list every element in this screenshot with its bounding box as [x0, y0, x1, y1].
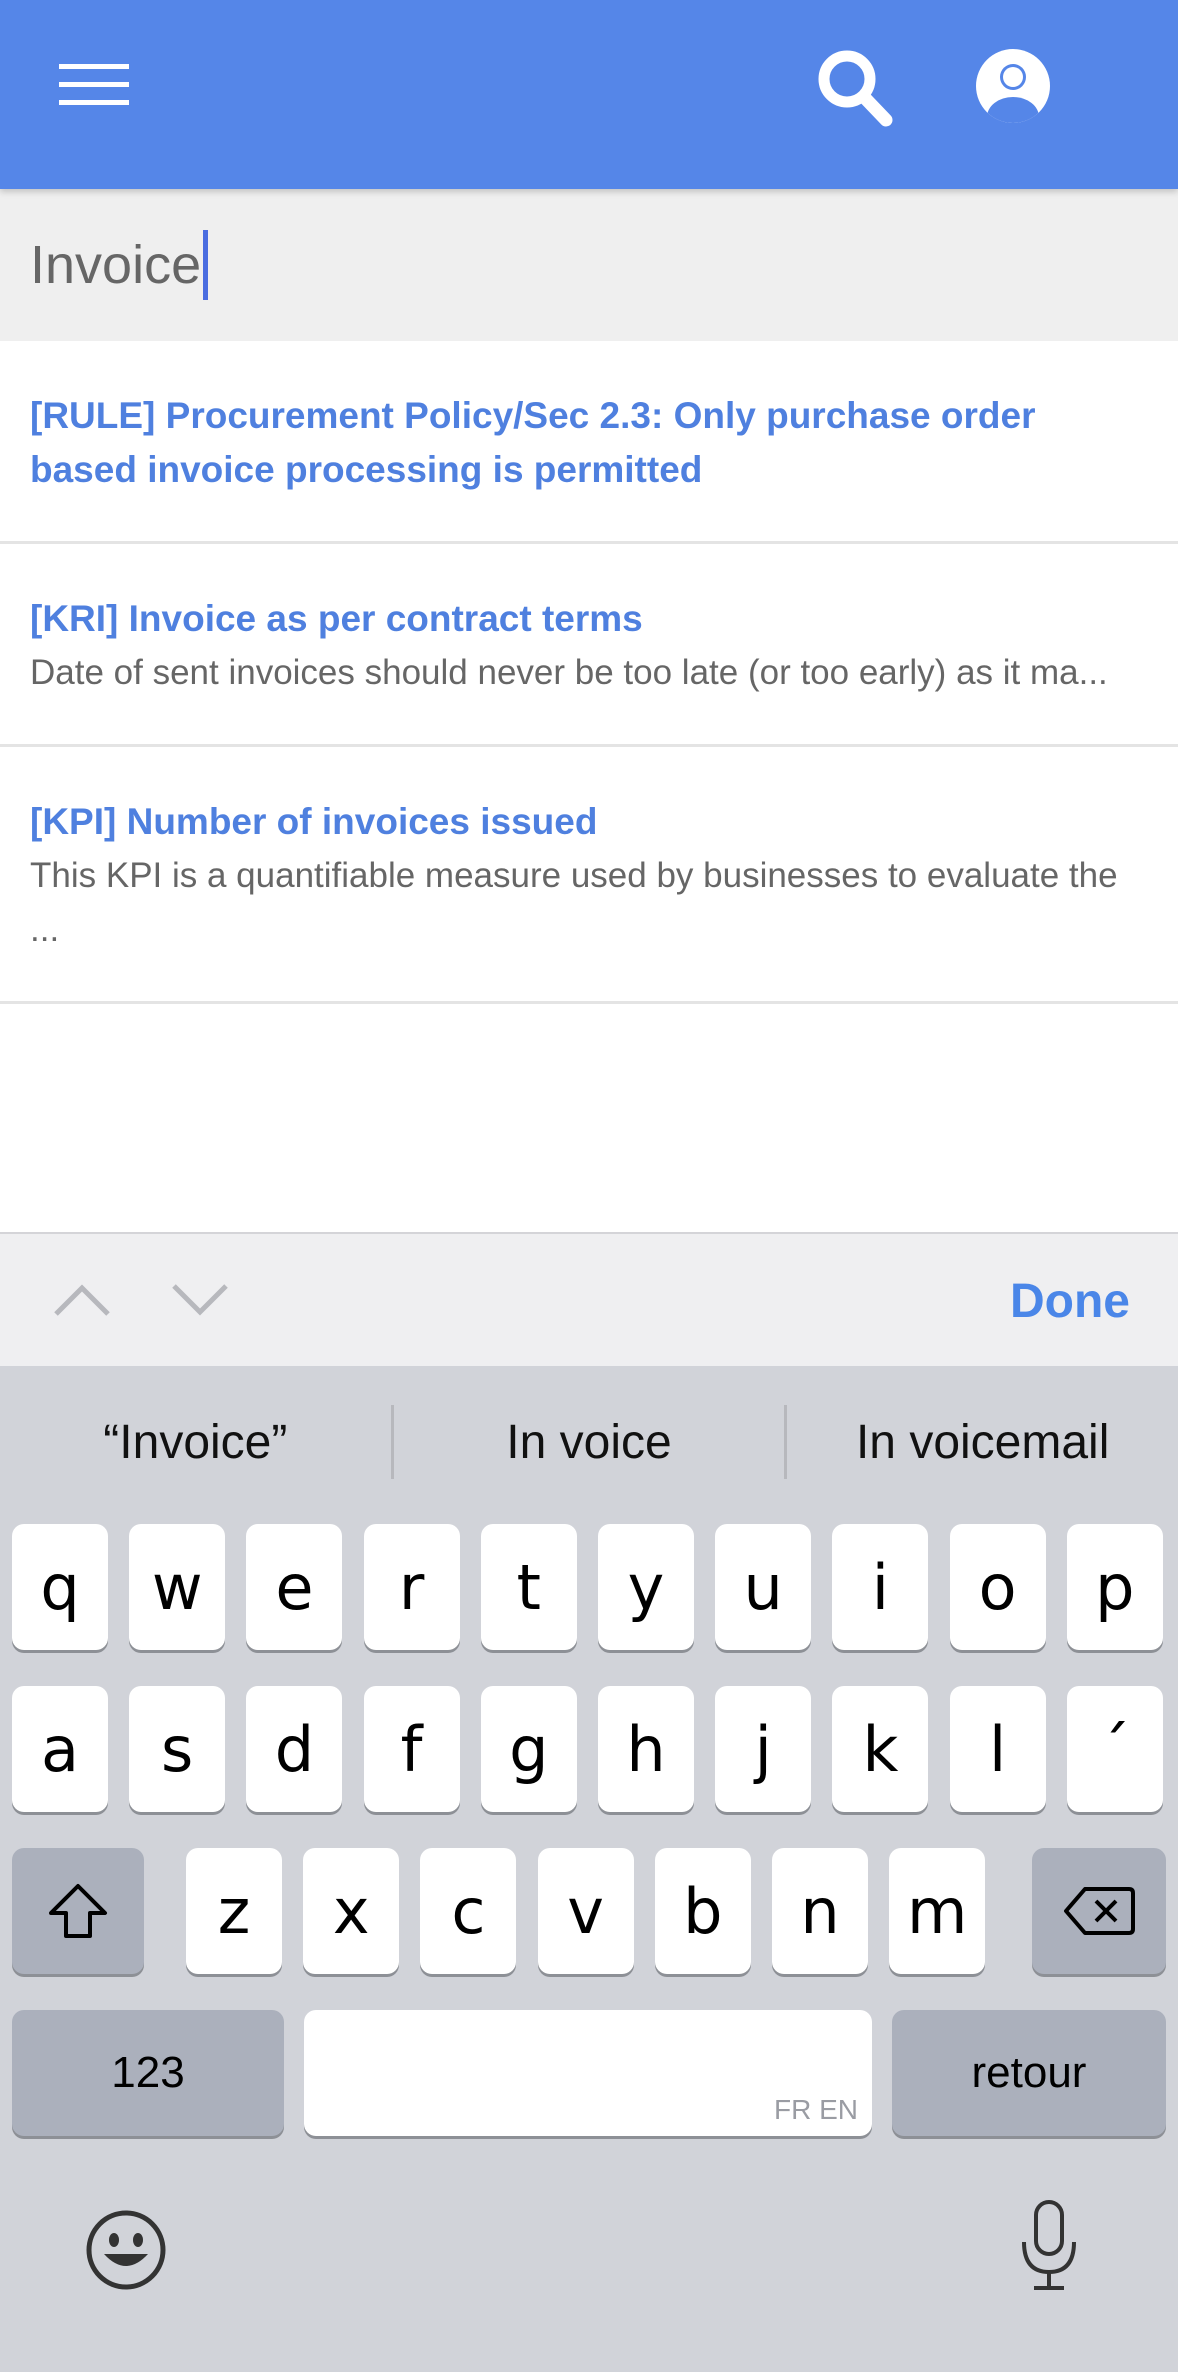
key-v[interactable]: v	[537, 1848, 634, 1974]
key-label: c	[451, 1874, 486, 1948]
result-item-rule[interactable]: [RULE] Procurement Policy/Sec 2.3: Only …	[0, 341, 1178, 544]
key-label: r	[398, 1550, 425, 1624]
suggestion-2[interactable]: In voice	[394, 1415, 785, 1470]
key-e[interactable]: e	[246, 1524, 343, 1650]
suggestion-1[interactable]: “Invoice”	[0, 1415, 391, 1470]
menu-button[interactable]	[36, 40, 152, 130]
chevron-up-icon	[54, 1284, 110, 1316]
key-o[interactable]: o	[949, 1524, 1046, 1650]
result-title: [KRI] Invoice as per contract terms	[30, 598, 643, 639]
predictive-suggestions: “Invoice” In voice In voicemail	[0, 1366, 1178, 1518]
top-app-bar	[0, 0, 1178, 189]
emoji-button[interactable]	[80, 2204, 172, 2296]
magnifier-icon	[818, 50, 893, 127]
key-label: i	[871, 1550, 889, 1624]
key-label: ´	[1099, 1712, 1131, 1786]
backspace-icon	[1064, 1887, 1135, 1935]
key-label: q	[40, 1550, 80, 1624]
shift-arrow-icon	[49, 1884, 107, 1938]
result-description: Date of sent invoices should never be to…	[30, 653, 1108, 692]
key-k[interactable]: k	[832, 1686, 929, 1812]
key-label: s	[161, 1712, 194, 1786]
search-results-list: [RULE] Procurement Policy/Sec 2.3: Only …	[0, 341, 1178, 1004]
key-label: j	[754, 1712, 772, 1786]
keyboard-toolbar: Done	[0, 1232, 1178, 1366]
dictation-button[interactable]	[1006, 2196, 1092, 2296]
key-label: w	[151, 1550, 203, 1624]
key-z[interactable]: z	[186, 1848, 282, 1974]
result-title: [RULE] Procurement Policy/Sec 2.3: Only …	[30, 395, 1036, 490]
search-input[interactable]: Invoice	[30, 234, 201, 296]
done-button[interactable]: Done	[1010, 1264, 1130, 1340]
key-u[interactable]: u	[715, 1524, 812, 1650]
key-n[interactable]: n	[772, 1848, 868, 1974]
text-cursor	[203, 230, 209, 300]
result-item-kpi[interactable]: [KPI] Number of invoices issued This KPI…	[0, 747, 1178, 1004]
microphone-icon	[1022, 2200, 1076, 2290]
key-label: a	[41, 1712, 79, 1786]
result-title: [KPI] Number of invoices issued	[30, 801, 598, 842]
emoji-icon	[86, 2210, 166, 2290]
key-c[interactable]: c	[420, 1848, 517, 1974]
chevron-down-icon	[172, 1284, 228, 1316]
result-item-kri[interactable]: [KRI] Invoice as per contract terms Date…	[0, 544, 1178, 747]
key-x[interactable]: x	[303, 1848, 400, 1974]
key-label: k	[862, 1712, 899, 1786]
key-label: n	[800, 1874, 840, 1948]
key-label: l	[988, 1712, 1007, 1786]
key-label: y	[627, 1550, 665, 1624]
key-d[interactable]: d	[246, 1686, 343, 1812]
key-f[interactable]: f	[363, 1686, 460, 1812]
key-label: h	[626, 1712, 666, 1786]
account-button[interactable]	[960, 36, 1066, 136]
numbers-key[interactable]: 123	[12, 2010, 284, 2136]
suggestion-3[interactable]: In voicemail	[787, 1415, 1178, 1470]
key-j[interactable]: j	[715, 1686, 812, 1812]
key-label: f	[400, 1712, 423, 1786]
numbers-key-label: 123	[111, 2048, 185, 2097]
user-circle-icon	[976, 49, 1050, 123]
key-m[interactable]: m	[889, 1848, 986, 1974]
key-label: z	[217, 1874, 251, 1948]
key-s[interactable]: s	[129, 1686, 226, 1812]
key-b[interactable]: b	[654, 1848, 751, 1974]
key-label: t	[516, 1550, 541, 1624]
key-acute-accent[interactable]: ´	[1066, 1686, 1163, 1812]
key-w[interactable]: w	[129, 1524, 226, 1650]
key-label: d	[274, 1712, 315, 1786]
search-field[interactable]: Invoice	[0, 189, 1178, 341]
key-r[interactable]: r	[363, 1524, 460, 1650]
key-label: v	[567, 1874, 604, 1948]
result-description: This KPI is a quantifiable measure used …	[30, 856, 1118, 949]
key-label: g	[509, 1712, 549, 1786]
key-label: u	[743, 1550, 783, 1624]
key-y[interactable]: y	[598, 1524, 694, 1650]
key-g[interactable]: g	[480, 1686, 577, 1812]
return-key-label: retour	[971, 2048, 1087, 2097]
key-q[interactable]: q	[12, 1524, 108, 1650]
onscreen-keyboard: “Invoice” In voice In voicemail qwe r t y u i…	[0, 1366, 1178, 2372]
key-label: b	[683, 1874, 723, 1948]
key-label: m	[906, 1874, 968, 1948]
key-a[interactable]: a	[12, 1686, 108, 1812]
space-key[interactable]: FR EN	[304, 2010, 872, 2136]
key-label: x	[332, 1874, 370, 1948]
space-language-label: FR EN	[774, 2094, 858, 2125]
key-t[interactable]: t	[480, 1524, 577, 1650]
previous-field-button[interactable]	[42, 1264, 122, 1334]
delete-key[interactable]	[1032, 1848, 1166, 1974]
key-label: o	[978, 1550, 1017, 1624]
hamburger-menu-icon	[59, 64, 129, 105]
key-label: p	[1095, 1550, 1135, 1624]
key-i[interactable]: i	[832, 1524, 929, 1650]
key-l[interactable]: l	[949, 1686, 1046, 1812]
key-h[interactable]: h	[598, 1686, 694, 1812]
shift-key[interactable]	[12, 1848, 144, 1974]
search-button[interactable]	[800, 38, 910, 138]
key-label: e	[275, 1550, 314, 1624]
key-p[interactable]: p	[1066, 1524, 1163, 1650]
return-key[interactable]: retour	[892, 2010, 1166, 2136]
next-field-button[interactable]	[160, 1264, 240, 1334]
